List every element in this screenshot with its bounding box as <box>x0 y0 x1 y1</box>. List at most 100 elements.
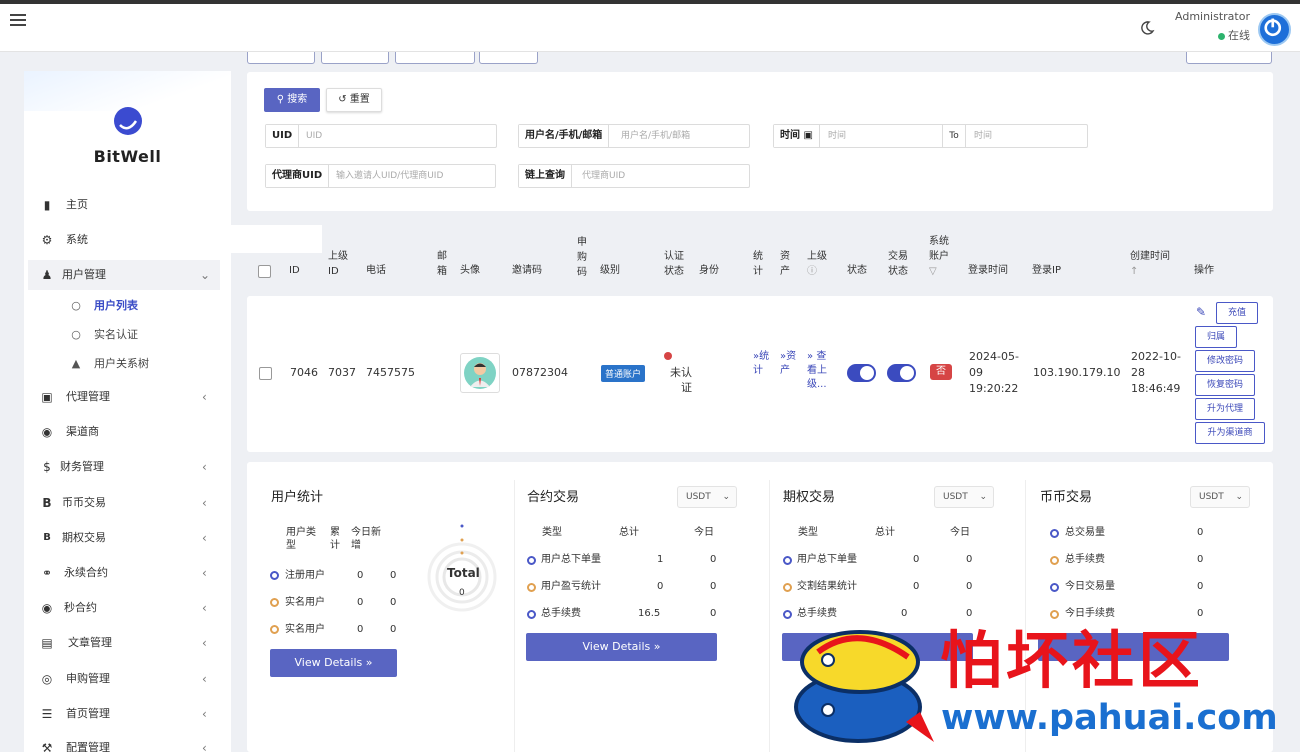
verify-status-dot-icon <box>664 352 672 360</box>
assign-button[interactable]: 归属 <box>1195 326 1237 348</box>
col-email[interactable]: 邮箱 <box>437 249 448 279</box>
trade-status-toggle[interactable] <box>887 364 916 382</box>
col-purchase[interactable]: 申购码 <box>577 235 588 280</box>
contract-row-label: 总手续费 <box>541 608 581 619</box>
watermark-text: 怕坏社区 <box>940 624 1205 697</box>
row-created: 2022-10-28 18:46:49 <box>1131 350 1181 395</box>
spot-currency-select[interactable]: USDT ⌄ <box>1190 486 1250 508</box>
user-view-details-button[interactable]: View Details » <box>270 649 397 677</box>
sidebar-item-options[interactable]: B 期权交易 ‹ <box>24 523 231 553</box>
option-row-label: 用户总下单量 <box>797 554 857 565</box>
uid-field[interactable]: UID UID <box>265 124 497 148</box>
chain-query-field[interactable]: 链上查询 代理商UID <box>518 164 750 188</box>
stats-link[interactable]: »统计 <box>753 350 769 378</box>
toolbar-button[interactable] <box>1186 52 1272 64</box>
agent-uid-field[interactable]: 代理商UID 输入邀请人UID/代理商UID <box>265 164 496 188</box>
spot-row-value: 0 <box>1197 527 1204 538</box>
legend-dot-icon <box>527 583 536 592</box>
tree-icon: ▲ <box>71 357 81 370</box>
sidebar-item-perpetual[interactable]: ⚭ 永续合约 ‹ <box>24 558 231 588</box>
sidebar-item-system[interactable]: ⚙ 系统 <box>24 225 231 255</box>
col-created[interactable]: 创建时间 ↑ <box>1130 249 1170 279</box>
status-toggle[interactable] <box>847 364 876 382</box>
edit-icon[interactable]: ✎ <box>1196 305 1206 319</box>
contract-row-total: 1 <box>657 554 664 565</box>
option-title: 期权交易 <box>783 490 836 505</box>
sidebar-item-channel[interactable]: ◉ 渠道商 <box>24 417 231 447</box>
assets-link[interactable]: »资产 <box>780 350 796 378</box>
view-parent-link[interactable]: » 查看上级... <box>807 350 834 392</box>
col-login-ip[interactable]: 登录IP <box>1032 263 1061 278</box>
option-currency-select[interactable]: USDT ⌄ <box>934 486 994 508</box>
sidebar-item-finance[interactable]: $ 财务管理 ‹ <box>24 452 231 482</box>
contract-col-total: 总计 <box>619 527 639 538</box>
sidebar-sub-relation-tree[interactable]: ▲ 用户关系树 <box>24 351 231 377</box>
hamburger-menu-icon[interactable] <box>10 14 26 28</box>
chevron-left-icon: ‹ <box>202 707 207 721</box>
restore-password-button[interactable]: 恢复密码 <box>1195 374 1255 396</box>
bar-chart-icon: ▮ <box>43 198 51 212</box>
filter-icon: ▽ <box>929 266 937 277</box>
col-sys-account[interactable]: 系统账户▽ <box>929 234 951 279</box>
col-trade-status: 交易状态 <box>888 251 908 277</box>
row-invite-code: 07872304 <box>512 366 568 379</box>
row-login-ip: 103.190.179.10 <box>1033 366 1121 379</box>
sidebar-item-spot[interactable]: B 币币交易 ‹ <box>24 488 231 518</box>
sidebar-item-homepage[interactable]: ☰ 首页管理 ‹ <box>24 699 231 729</box>
sidebar-item-second-contract[interactable]: ◉ 秒合约 ‹ <box>24 593 231 623</box>
reset-button[interactable]: ↺ 重置 <box>326 88 382 112</box>
search-button[interactable]: ⚲ 搜索 <box>264 88 320 112</box>
bitwell-logo-icon <box>114 107 142 135</box>
change-password-button[interactable]: 修改密码 <box>1195 350 1255 372</box>
row-checkbox[interactable] <box>259 367 272 380</box>
recharge-button[interactable]: 充值 <box>1216 302 1258 324</box>
sidebar-item-subscription[interactable]: ◎ 申购管理 ‹ <box>24 664 231 694</box>
user-avatar[interactable] <box>460 353 500 393</box>
col-phone[interactable]: 电话 <box>366 263 386 278</box>
admin-avatar[interactable] <box>1258 13 1291 46</box>
contract-view-details-button[interactable]: View Details » <box>526 633 717 661</box>
col-invite[interactable]: 邀请码 <box>512 263 542 278</box>
contract-col-today: 今日 <box>694 527 714 538</box>
chevron-down-icon: ⌄ <box>722 492 730 502</box>
sidebar-item-agents[interactable]: ▣ 代理管理 ‹ <box>24 382 231 412</box>
contract-currency-select[interactable]: USDT ⌄ <box>677 486 737 508</box>
lifebuoy-icon: ◎ <box>41 672 53 686</box>
col-id[interactable]: ID <box>289 263 300 278</box>
double-chevron-right-icon: » <box>653 640 661 653</box>
sidebar-sub-user-list[interactable]: ○ 用户列表 <box>24 293 231 319</box>
username-field[interactable]: 用户名/手机/邮箱 用户名/手机/邮箱 <box>518 124 750 148</box>
promote-channel-button[interactable]: 升为渠道商 <box>1195 422 1265 444</box>
chevron-left-icon: ‹ <box>202 390 207 404</box>
promote-agent-button[interactable]: 升为代理 <box>1195 398 1255 420</box>
user-stats-total: 0 <box>357 570 364 581</box>
sidebar-item-home[interactable]: ▮ 主页 <box>24 190 231 220</box>
dark-mode-icon[interactable] <box>1139 20 1155 36</box>
user-stats-col-type: 用户类型 <box>286 527 316 551</box>
chevron-left-icon: ‹ <box>202 741 207 752</box>
user-stats-label: 注册用户 <box>285 570 325 581</box>
col-login-time[interactable]: 登录时间 <box>968 263 1008 278</box>
sidebar-item-articles[interactable]: ▤ 文章管理 ‹ <box>24 628 231 658</box>
spot-title: 币币交易 <box>1040 490 1093 505</box>
time-range-field[interactable]: 时间 ▣ 时间 To 时间 <box>773 124 1088 148</box>
select-all-checkbox[interactable] <box>258 265 271 278</box>
gear-icon: ⚙ <box>41 233 53 247</box>
toolbar-button[interactable] <box>395 52 475 64</box>
sidebar-sub-verification[interactable]: ○ 实名认证 <box>24 322 231 348</box>
donut-value: 0 <box>459 588 465 598</box>
sidebar-item-config[interactable]: ⚒ 配置管理 ‹ <box>24 733 231 752</box>
option-row-today: 0 <box>966 581 973 592</box>
row-login-time: 2024-05-09 19:20:22 <box>969 350 1019 395</box>
col-parent-id[interactable]: 上级ID <box>328 249 350 279</box>
col-level[interactable]: 级别 <box>600 263 620 278</box>
sidebar-item-users[interactable]: ♟ 用户管理 ⌄ <box>28 260 220 290</box>
toolbar-button[interactable] <box>247 52 315 64</box>
admin-username[interactable]: Administrator <box>1170 10 1250 23</box>
newspaper-icon: ▤ <box>41 636 53 650</box>
option-col-today: 今日 <box>950 527 970 538</box>
toolbar-button[interactable] <box>321 52 389 64</box>
col-identity[interactable]: 身份 <box>699 263 719 278</box>
col-verify[interactable]: 认证状态 <box>664 249 686 279</box>
toolbar-button[interactable] <box>479 52 538 64</box>
